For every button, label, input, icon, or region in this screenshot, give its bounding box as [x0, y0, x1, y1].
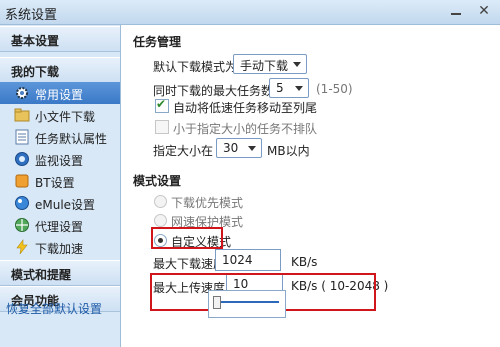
small-no-queue-checkbox[interactable] — [155, 120, 169, 134]
task-management-heading: 任务管理 — [133, 35, 182, 49]
sidebar-item-label: 监视设置 — [35, 154, 84, 168]
max-download-unit: KB/s — [291, 255, 318, 269]
close-icon[interactable]: ✕ — [474, 1, 494, 21]
sidebar-section-mode-reminder[interactable]: 模式和提醒 — [0, 260, 120, 286]
sidebar-item-label: 代理设置 — [35, 220, 84, 234]
sidebar-item-label: eMule设置 — [35, 198, 96, 212]
restore-defaults-link[interactable]: 恢复全部默认设置 — [6, 300, 102, 317]
sidebar-section-label: 我的下载 — [11, 65, 60, 79]
max-tasks-range: (1-50) — [316, 82, 353, 96]
default-mode-label: 默认下载模式为 — [153, 60, 238, 74]
gear-icon — [16, 87, 28, 99]
monitor-icon — [15, 152, 29, 166]
mode-radio-network-protect[interactable] — [154, 214, 167, 227]
bt-icon — [15, 174, 29, 188]
mode-radio-download-priority[interactable] — [154, 195, 167, 208]
sidebar: 基本设置 我的下载 常用设置 小文件下载 任务默认属性 监视设置 BT设置 eM… — [0, 25, 121, 347]
slider-thumb[interactable] — [213, 296, 221, 309]
sidebar-item-common-settings[interactable]: 常用设置 — [0, 82, 120, 104]
proxy-icon — [15, 218, 29, 232]
sidebar-item-label: 下载加速 — [35, 242, 84, 256]
size-label: 指定大小在 — [153, 144, 214, 158]
sidebar-item-proxy[interactable]: 代理设置 — [0, 214, 120, 236]
sidebar-section-label: 模式和提醒 — [11, 268, 72, 282]
sidebar-item-task-defaults[interactable]: 任务默认属性 — [0, 126, 120, 148]
sidebar-item-emule[interactable]: eMule设置 — [0, 192, 120, 214]
sidebar-item-label: 小文件下载 — [35, 110, 96, 124]
lightning-icon — [16, 239, 28, 255]
auto-move-label: 自动将低速任务移动至列尾 — [173, 101, 318, 115]
max-tasks-value: 5 — [276, 81, 284, 95]
max-download-value: 1024 — [222, 253, 253, 267]
auto-move-checkbox[interactable] — [155, 97, 169, 113]
max-tasks-label: 同时下载的最大任务数 — [153, 84, 274, 98]
list-icon — [15, 129, 29, 145]
window-title: 系统设置 — [5, 8, 58, 23]
title-bar: 系统设置 ✕ — [0, 0, 500, 25]
highlight-box-custom-mode — [151, 227, 223, 249]
sidebar-section-label: 基本设置 — [11, 34, 60, 48]
chevron-down-icon — [293, 62, 301, 67]
upload-speed-slider-popup — [208, 290, 286, 318]
sidebar-item-acceleration[interactable]: 下载加速 — [0, 236, 120, 258]
sidebar-item-label: BT设置 — [35, 176, 75, 190]
settings-panel: 任务管理 默认下载模式为 手动下载 同时下载的最大任务数 5 (1-50) 自动… — [121, 25, 500, 347]
default-mode-select[interactable]: 手动下载 — [233, 54, 307, 74]
mode-settings-heading: 模式设置 — [133, 174, 182, 188]
sidebar-section-my-downloads[interactable]: 我的下载 — [0, 57, 120, 83]
sidebar-item-bt[interactable]: BT设置 — [0, 170, 120, 192]
sidebar-item-label: 常用设置 — [35, 88, 84, 102]
size-value: 30 — [223, 141, 239, 155]
sidebar-item-monitor[interactable]: 监视设置 — [0, 148, 120, 170]
sidebar-item-label: 任务默认属性 — [35, 132, 108, 146]
small-no-queue-label: 小于指定大小的任务不排队 — [173, 122, 318, 136]
mode-option-label: 下载优先模式 — [171, 196, 244, 210]
max-tasks-select[interactable]: 5 — [269, 78, 309, 98]
max-download-input[interactable]: 1024 — [215, 249, 281, 271]
slider-track — [217, 301, 279, 303]
chevron-down-icon — [248, 146, 256, 151]
sidebar-item-small-file-download[interactable]: 小文件下载 — [0, 104, 120, 126]
size-unit: MB以内 — [267, 144, 310, 158]
emule-icon — [15, 196, 29, 210]
size-select[interactable]: 30 — [216, 138, 262, 158]
default-mode-value: 手动下载 — [240, 59, 289, 73]
folder-icon — [14, 108, 30, 122]
sidebar-section-basic[interactable]: 基本设置 — [0, 26, 120, 52]
minimize-icon[interactable] — [448, 4, 464, 18]
chevron-down-icon — [295, 86, 303, 91]
